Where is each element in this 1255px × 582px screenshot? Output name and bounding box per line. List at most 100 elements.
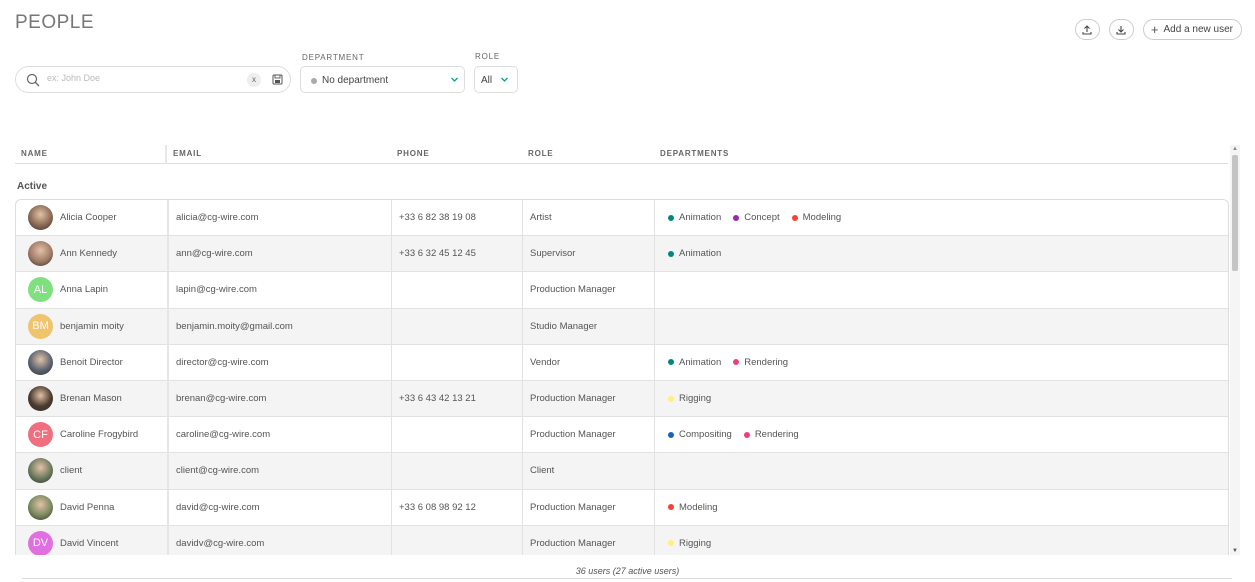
table-row[interactable]: DV David Vincent davidv@cg-wire.com Product…	[16, 525, 1228, 555]
avatar	[28, 386, 53, 412]
department-color-dot	[668, 214, 674, 221]
department-name: Animation	[679, 212, 722, 224]
department-name: Compositing	[679, 429, 732, 441]
name-cell[interactable]: David Penna	[28, 490, 166, 525]
add-user-button[interactable]: + Add a new user	[1142, 19, 1242, 40]
chevron-down-icon	[451, 77, 458, 82]
person-name: Ann Kennedy	[60, 248, 118, 260]
column-resize-handle[interactable]	[165, 145, 167, 164]
person-name: David Penna	[60, 501, 115, 513]
add-user-label: Add a new user	[1163, 24, 1234, 35]
person-name: Caroline Frogybird	[60, 429, 139, 441]
name-cell[interactable]: AL Anna Lapin	[28, 272, 166, 307]
table-row[interactable]: Brenan Mason brenan@cg-wire.com +33 6 43 4…	[16, 380, 1228, 418]
role-cell: Production Manager	[522, 380, 654, 417]
department-color-dot	[791, 214, 798, 221]
department-name: Rigging	[679, 393, 712, 405]
column-header-email[interactable]: EMAIL	[173, 149, 202, 158]
table-row[interactable]: BM benjamin moity benjamin.moity@gmail.com…	[16, 308, 1228, 345]
department-color-dot	[733, 359, 740, 366]
name-cell[interactable]: Alicia Cooper	[28, 200, 166, 235]
phone-cell	[391, 417, 522, 453]
avatar: AL	[28, 277, 53, 303]
email-cell: david@cg-wire.com	[167, 489, 391, 525]
name-cell[interactable]: BM benjamin moity	[28, 309, 166, 344]
scroll-up-icon[interactable]: ▲	[1232, 146, 1238, 152]
email-cell: ann@cg-wire.com	[167, 236, 391, 272]
person-name: Alicia Cooper	[60, 212, 117, 224]
department-tag: Concept	[733, 212, 780, 223]
avatar	[28, 205, 53, 231]
name-cell[interactable]: client	[28, 453, 166, 488]
phone-cell	[391, 308, 522, 344]
department-tag: Rigging	[668, 393, 711, 404]
departments-cell	[654, 272, 1224, 308]
role-cell: Artist	[522, 200, 654, 236]
department-name: Rendering	[754, 429, 799, 441]
departments-cell: Modeling	[654, 489, 1224, 525]
search-input[interactable]	[47, 73, 237, 83]
role-cell: Vendor	[522, 344, 654, 380]
departments-cell: Animation	[654, 236, 1224, 272]
table-row[interactable]: client client@cg-wire.com Client	[16, 453, 1228, 490]
role-cell: Production Manager	[522, 272, 654, 308]
scroll-down-icon[interactable]: ▼	[1232, 548, 1238, 554]
phone-cell: +33 6 43 42 13 21	[391, 380, 522, 417]
department-tag: Modeling	[668, 502, 718, 513]
departments-cell: Rigging	[654, 525, 1224, 555]
avatar: BM	[28, 313, 53, 339]
name-cell[interactable]: DV David Vincent	[28, 526, 166, 555]
column-header-role[interactable]: ROLE	[528, 149, 553, 158]
export-button[interactable]	[1074, 19, 1100, 40]
department-color-dot	[668, 504, 674, 511]
name-cell[interactable]: Ann Kennedy	[28, 236, 166, 271]
email-cell: alicia@cg-wire.com	[167, 200, 391, 236]
email-cell: director@cg-wire.com	[167, 344, 391, 380]
person-name: Brenan Mason	[60, 393, 122, 405]
person-name: benjamin moity	[60, 320, 124, 332]
table-row[interactable]: Benoit Director director@cg-wire.com Vendo…	[16, 344, 1228, 381]
person-name: client	[60, 465, 83, 477]
scrollbar-thumb[interactable]	[1232, 155, 1238, 271]
department-color-dot	[311, 78, 317, 84]
import-button[interactable]	[1108, 19, 1134, 40]
footer-divider	[22, 578, 1232, 579]
phone-cell	[391, 272, 522, 308]
name-cell[interactable]: Brenan Mason	[28, 381, 166, 416]
column-header-phone[interactable]: PHONE	[397, 149, 429, 158]
avatar	[28, 349, 53, 375]
phone-cell	[391, 525, 522, 555]
role-cell: Production Manager	[522, 525, 654, 555]
table-scrollbar[interactable]: ▲ ▼	[1230, 145, 1240, 555]
table-row[interactable]: CF Caroline Frogybird caroline@cg-wire.com…	[16, 417, 1228, 454]
column-header-name[interactable]: NAME	[21, 149, 48, 158]
avatar: DV	[28, 530, 53, 555]
phone-cell: +33 6 08 98 92 12	[391, 489, 522, 525]
search-box[interactable]: x	[15, 66, 291, 93]
table-row[interactable]: Ann Kennedy ann@cg-wire.com +33 6 32 45 12…	[16, 236, 1228, 273]
table-row[interactable]: AL Anna Lapin lapin@cg-wire.com Production …	[16, 272, 1228, 309]
email-cell: brenan@cg-wire.com	[167, 380, 391, 417]
role-select-value: All	[481, 75, 493, 86]
table-row[interactable]: David Penna david@cg-wire.com +33 6 08 98 …	[16, 489, 1228, 526]
department-tag: Animation	[668, 212, 721, 223]
department-color-dot	[743, 431, 750, 438]
people-table-body: Alicia Cooper alicia@cg-wire.com +33 6 82 …	[15, 199, 1229, 555]
person-name: David Vincent	[60, 537, 119, 549]
table-row[interactable]: Alicia Cooper alicia@cg-wire.com +33 6 82 …	[16, 200, 1228, 237]
department-select[interactable]: No department	[300, 66, 465, 93]
departments-cell: Animation Concept Modeling	[654, 200, 1224, 236]
name-cell[interactable]: Benoit Director	[28, 345, 166, 380]
name-cell[interactable]: CF Caroline Frogybird	[28, 417, 166, 452]
save-icon[interactable]	[272, 74, 283, 85]
clear-search-button[interactable]: x	[247, 73, 261, 87]
email-cell: caroline@cg-wire.com	[167, 417, 391, 453]
column-header-departments[interactable]: DEPARTMENTS	[660, 149, 729, 158]
person-name: Benoit Director	[60, 356, 123, 368]
department-filter-label: DEPARTMENT	[302, 53, 365, 62]
top-actions: + Add a new user	[1074, 19, 1242, 40]
role-select[interactable]: All	[474, 66, 518, 93]
email-cell: lapin@cg-wire.com	[167, 272, 391, 308]
department-name: Modeling	[802, 212, 842, 224]
upload-icon	[1082, 24, 1092, 35]
